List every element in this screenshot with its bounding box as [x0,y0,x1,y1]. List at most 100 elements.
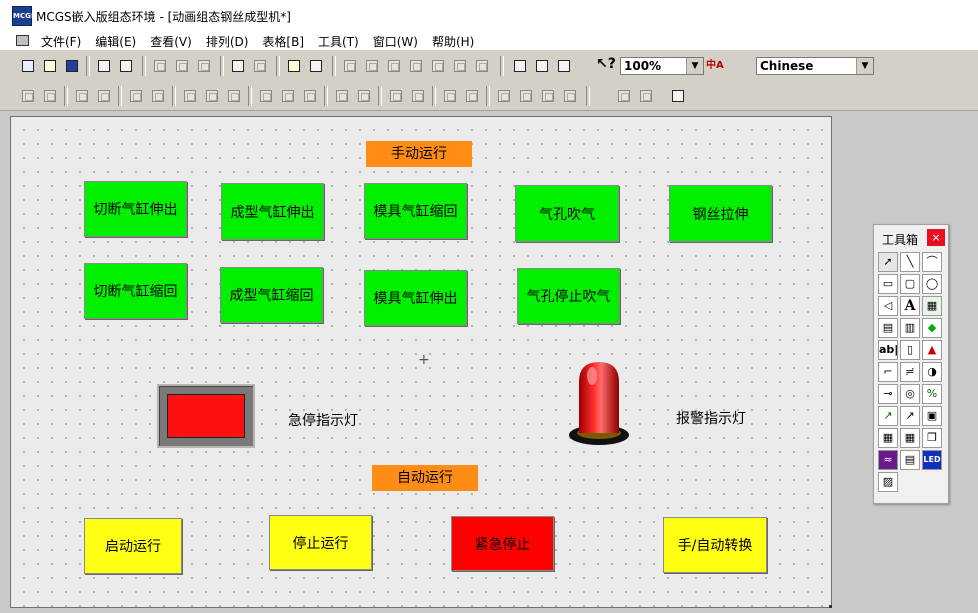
align-right-icon[interactable] [40,86,60,106]
menu-help[interactable]: 帮助(H) [431,33,475,50]
dial-icon[interactable]: ◎ [900,384,920,404]
fill-pattern-icon[interactable] [472,56,492,76]
pipe-flow-icon[interactable]: ▥ [900,318,920,338]
center-window-icon[interactable] [300,86,320,106]
air-hole-blow-button[interactable]: 气孔吹气 [515,185,619,242]
media-icon[interactable]: ▨ [878,472,898,492]
check-icon[interactable] [532,56,552,76]
line-icon[interactable]: ╲ [900,252,920,272]
space-horizontal-icon[interactable] [256,86,276,106]
menu-tools[interactable]: 工具(T) [317,33,360,50]
form-cylinder-retract-button[interactable]: 成型气缸缩回 [220,267,323,323]
canvas-resize-handle[interactable] [829,605,832,608]
rounded-rect-icon[interactable]: ▢ [900,274,920,294]
rotate-right-icon[interactable] [354,86,374,106]
redo-icon[interactable] [250,56,270,76]
menu-table[interactable]: 表格[B] [261,33,305,50]
emergency-stop-button[interactable]: 紧急停止 [451,516,554,571]
ellipse-icon[interactable]: ◯ [922,274,942,294]
center-vertical-icon[interactable] [148,86,168,106]
undo-icon[interactable] [228,56,248,76]
list-icon[interactable]: ▤ [900,450,920,470]
line-style-icon[interactable] [428,56,448,76]
bring-front-icon[interactable] [494,86,514,106]
fill-color-icon[interactable] [340,56,360,76]
toolbox-icon[interactable] [284,56,304,76]
polyline-icon[interactable]: ⌐ [878,362,898,382]
chart-icon[interactable]: ≈ [878,450,898,470]
menu-view[interactable]: 查看(V) [149,33,193,50]
chevron-down-icon[interactable]: ▼ [686,58,703,74]
font-color-icon[interactable] [384,56,404,76]
print-preview-icon[interactable] [116,56,136,76]
group-icon[interactable] [440,86,460,106]
window-properties-icon[interactable] [510,56,530,76]
alarm-icon[interactable]: ▲ [922,340,942,360]
data-object-icon[interactable] [554,56,574,76]
slider-icon[interactable]: ▯ [900,340,920,360]
same-size-icon[interactable] [224,86,244,106]
mold-cylinder-extend-button[interactable]: 模具气缸伸出 [364,270,467,326]
space-vertical-icon[interactable] [278,86,298,106]
stop-run-button[interactable]: 停止运行 [269,515,372,570]
estop-indicator-light[interactable] [157,384,255,448]
bitmap-icon[interactable]: ▦ [922,296,942,316]
same-width-icon[interactable] [180,86,200,106]
font-icon[interactable] [406,56,426,76]
cut-cylinder-extend-button[interactable]: 切断气缸伸出 [84,181,187,237]
copy-icon[interactable] [172,56,192,76]
manual-auto-switch-button[interactable]: 手/自动转换 [663,517,767,573]
arc-icon[interactable]: ⌒ [922,252,942,272]
lock-icon[interactable] [614,86,634,106]
history-icon[interactable]: ↗ [900,406,920,426]
start-run-button[interactable]: 启动运行 [84,518,182,574]
air-hole-stop-blow-button[interactable]: 气孔停止吹气 [517,268,620,324]
align-bottom-icon[interactable] [94,86,114,106]
pointer-icon[interactable]: ➚ [878,252,898,272]
label-text-icon[interactable]: A [900,296,920,316]
grid-icon[interactable] [668,86,688,106]
trend-icon[interactable]: ↗ [878,406,898,426]
flip-vertical-icon[interactable] [386,86,406,106]
language-icon[interactable]: 中A [706,56,726,76]
alarm-indicator-light[interactable] [566,360,632,452]
backward-icon[interactable] [560,86,580,106]
cut-cylinder-retract-button[interactable]: 切断气缸缩回 [84,263,187,319]
led-icon[interactable]: LED [922,450,942,470]
pipe-icon[interactable]: ▤ [878,318,898,338]
same-height-icon[interactable] [202,86,222,106]
gauge-icon[interactable]: ◑ [922,362,942,382]
new-window-icon[interactable] [18,56,38,76]
chevron-down-icon[interactable]: ▼ [856,58,873,74]
sub-window-icon[interactable]: ❐ [922,428,942,448]
menu-arrange[interactable]: 排列(D) [205,33,250,50]
wire-stretch-button[interactable]: 钢丝拉伸 [669,185,772,242]
grid-table-icon[interactable]: ▦ [900,428,920,448]
menu-edit[interactable]: 编辑(E) [94,33,137,50]
polygon-icon[interactable]: ◁ [878,296,898,316]
table-icon[interactable]: ▦ [878,428,898,448]
line-width-icon[interactable] [450,56,470,76]
flip-horizontal-icon[interactable] [408,86,428,106]
context-help-icon[interactable]: ↖? [596,56,616,72]
close-icon[interactable]: × [927,229,945,246]
menu-window[interactable]: 窗口(W) [372,33,419,50]
cut-icon[interactable] [150,56,170,76]
ungroup-icon[interactable] [462,86,482,106]
mcgs-app-icon[interactable]: MCGS [12,6,36,26]
document-system-menu-icon[interactable] [16,35,29,46]
print-icon[interactable] [94,56,114,76]
menu-file[interactable]: 文件(F) [40,33,82,50]
align-left-icon[interactable] [18,86,38,106]
rotary-icon[interactable]: ⊸ [878,384,898,404]
paste-icon[interactable] [194,56,214,76]
button-icon[interactable]: ▣ [922,406,942,426]
fix-icon[interactable] [636,86,656,106]
language-select[interactable]: Chinese ▼ [756,57,874,75]
properties-icon[interactable] [306,56,326,76]
align-top-icon[interactable] [72,86,92,106]
zoom-select[interactable]: 100% ▼ [620,57,704,75]
forward-icon[interactable] [538,86,558,106]
mold-cylinder-retract-button[interactable]: 模具气缸缩回 [364,183,467,239]
percent-icon[interactable]: % [922,384,942,404]
